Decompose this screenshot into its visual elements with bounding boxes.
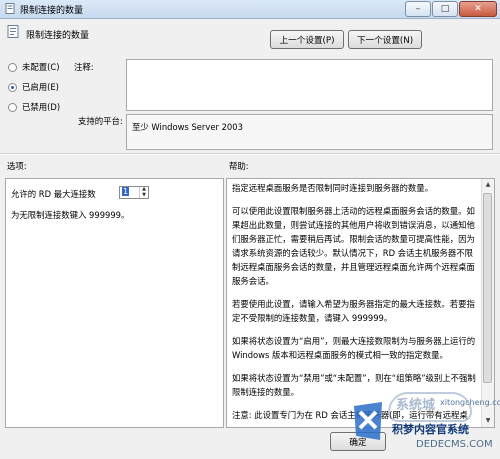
- divider: [0, 153, 500, 155]
- radio-label: 未配置(C): [22, 62, 60, 72]
- watermark-subtext: DEDECMS.COM: [416, 439, 493, 450]
- spinner-arrows-icon[interactable]: ▲ ▼: [139, 186, 148, 198]
- window-controls: – □ ✕: [404, 1, 497, 17]
- radio-label: 已启用(E): [22, 82, 59, 92]
- help-paragraph: 指定远程桌面服务是否限制同时连接到服务器的数量。: [232, 183, 433, 193]
- max-connections-spinner[interactable]: 1 ▲ ▼: [119, 186, 149, 199]
- platform-value: 至少 Windows Server 2003: [132, 122, 243, 132]
- radio-label: 已禁用(D): [22, 102, 61, 112]
- help-heading: 帮助:: [229, 161, 249, 171]
- platform-label: 支持的平台:: [78, 116, 123, 126]
- help-paragraph: 可以使用此设置限制服务器上活动的远程桌面服务会话的数量。如果超出此数量，则尝试连…: [232, 206, 475, 286]
- watermark-arc-text: 系统城: [396, 398, 436, 413]
- radio-disabled[interactable]: 已禁用(D): [8, 101, 60, 113]
- help-paragraph: 如果将状态设置为“启用”，则最大连接数限制为与服务器上运行的 Windows 版…: [232, 336, 476, 360]
- radio-enabled[interactable]: 已启用(E): [8, 81, 59, 93]
- help-pane: 指定远程桌面服务是否限制同时连接到服务器的数量。 可以使用此设置限制服务器上活动…: [226, 178, 495, 428]
- platform-field: 至少 Windows Server 2003: [126, 114, 493, 150]
- options-heading: 选项:: [7, 161, 27, 171]
- prev-setting-button[interactable]: 上一个设置(P): [270, 30, 344, 49]
- setting-title: 限制连接的数量: [26, 31, 90, 41]
- watermark-url: xitongcheng.com: [440, 398, 500, 407]
- maximize-button[interactable]: □: [432, 1, 458, 17]
- help-paragraph: 若要使用此设置，请输入希望为服务器指定的最大连接数。若要指定不受限制的连接数量，…: [232, 299, 475, 323]
- radio-not-configured[interactable]: 未配置(C): [8, 61, 60, 73]
- scroll-up-icon[interactable]: ▲: [482, 179, 494, 191]
- help-text: 指定远程桌面服务是否限制同时连接到服务器的数量。 可以使用此设置限制服务器上活动…: [227, 179, 494, 427]
- scroll-down-icon[interactable]: ▼: [482, 415, 494, 427]
- window-title: 限制连接的数量: [20, 6, 84, 16]
- max-connections-label: 允许的 RD 最大连接数: [11, 189, 96, 199]
- radio-button[interactable]: [8, 62, 17, 72]
- title-bar: 限制连接的数量 – □ ✕: [0, 0, 500, 19]
- max-connections-value[interactable]: 1: [122, 187, 130, 196]
- radio-button[interactable]: [8, 102, 17, 112]
- watermark-logo-icon: [354, 402, 382, 440]
- setting-icon: [7, 25, 19, 38]
- options-hint: 为无限制连接数键入 999999。: [11, 210, 130, 220]
- next-setting-button[interactable]: 下一个设置(N): [348, 30, 422, 49]
- watermark-text: 积梦内容官系统: [392, 423, 469, 436]
- close-button[interactable]: ✕: [459, 1, 497, 17]
- comment-field[interactable]: [126, 59, 493, 111]
- comment-label: 注释:: [74, 62, 94, 72]
- scroll-thumb[interactable]: [483, 193, 492, 383]
- policy-icon: [5, 3, 15, 14]
- minimize-button[interactable]: –: [405, 1, 431, 17]
- help-scrollbar[interactable]: ▲ ▼: [481, 179, 494, 427]
- radio-button[interactable]: [8, 82, 17, 92]
